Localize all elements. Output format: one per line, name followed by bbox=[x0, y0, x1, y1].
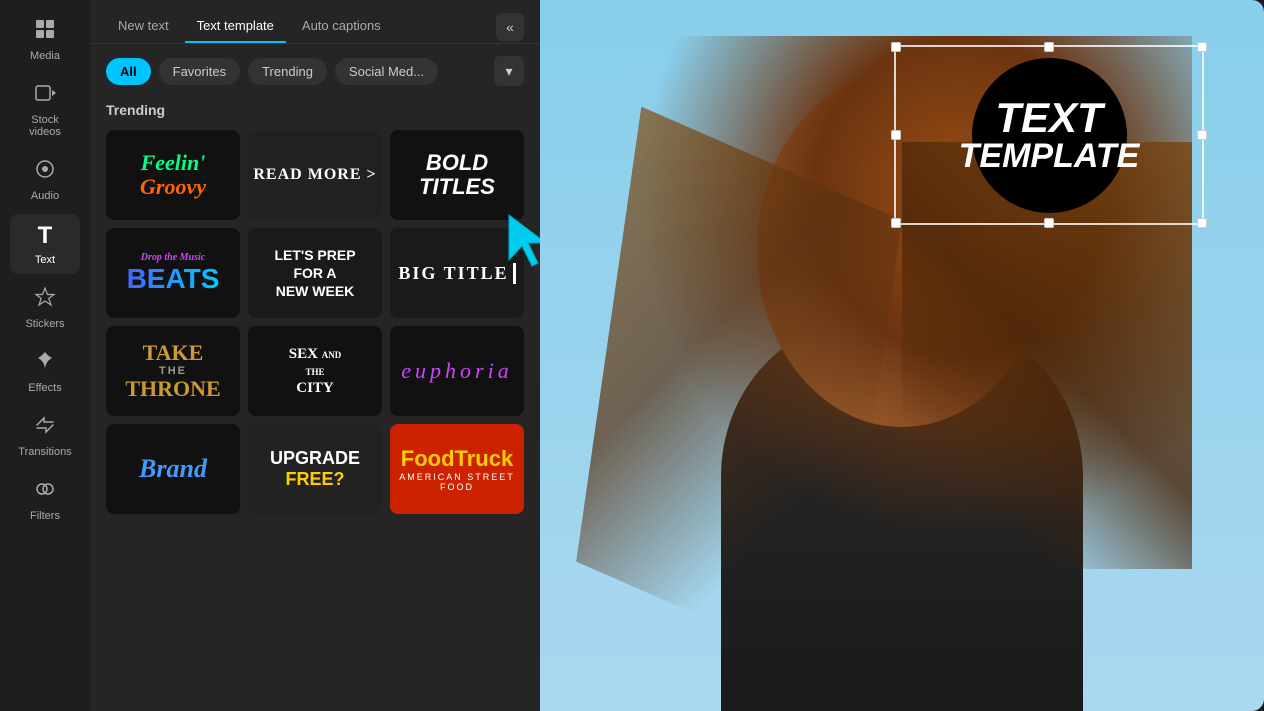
sidebar-item-label-stickers: Stickers bbox=[25, 318, 64, 330]
sidebar-item-label-filters: Filters bbox=[30, 510, 60, 522]
sidebar-item-stock-videos[interactable]: Stock videos bbox=[10, 74, 80, 146]
template-upgrade[interactable]: UPGRADE FREE? bbox=[248, 424, 382, 514]
templates-grid: Feelin' Groovy READ MORE > BOLDTITLES bbox=[106, 130, 524, 514]
handle-top-right[interactable] bbox=[1197, 42, 1207, 52]
sidebar-item-label-media: Media bbox=[30, 50, 60, 62]
media-icon bbox=[34, 18, 56, 46]
filters-icon bbox=[34, 478, 56, 506]
section-title-trending: Trending bbox=[106, 102, 524, 118]
canvas-text-line1: TEXT bbox=[959, 97, 1140, 139]
filter-dropdown[interactable]: ▾ bbox=[494, 56, 524, 86]
template-prep[interactable]: LET'S PREPFOR ANEW WEEK bbox=[248, 228, 382, 318]
filter-all[interactable]: All bbox=[106, 58, 151, 85]
stickers-icon bbox=[34, 286, 56, 314]
sidebar-item-label-transitions: Transitions bbox=[18, 446, 71, 458]
template-beats[interactable]: Drop the Music BEATS bbox=[106, 228, 240, 318]
app-container: Media Stock videos Audio T Text bbox=[0, 0, 1264, 711]
tab-text-template[interactable]: Text template bbox=[185, 10, 286, 43]
transitions-icon bbox=[34, 414, 56, 442]
tab-new-text[interactable]: New text bbox=[106, 10, 181, 43]
panel: New text Text template Auto captions « A… bbox=[90, 0, 540, 711]
filter-social[interactable]: Social Med... bbox=[335, 58, 438, 85]
canvas-area: TEXT TEMPLATE bbox=[540, 0, 1264, 711]
template-brand[interactable]: Brand bbox=[106, 424, 240, 514]
effects-icon bbox=[34, 350, 56, 378]
handle-mid-right[interactable] bbox=[1197, 130, 1207, 140]
canvas-text-line2: TEMPLATE bbox=[959, 139, 1140, 173]
handle-bottom-mid[interactable] bbox=[1044, 218, 1054, 228]
tab-auto-captions[interactable]: Auto captions bbox=[290, 10, 393, 43]
sidebar-item-media[interactable]: Media bbox=[10, 10, 80, 70]
handle-bottom-left[interactable] bbox=[891, 218, 901, 228]
handle-mid-left[interactable] bbox=[891, 130, 901, 140]
template-satc[interactable]: SEX ANDTHECITY bbox=[248, 326, 382, 416]
canvas-text-template-box[interactable]: TEXT TEMPLATE bbox=[894, 45, 1204, 225]
sidebar-item-audio[interactable]: Audio bbox=[10, 150, 80, 210]
panel-tabs: New text Text template Auto captions « bbox=[90, 0, 540, 44]
template-groovy[interactable]: Feelin' Groovy bbox=[106, 130, 240, 220]
sidebar-item-label-stock: Stock videos bbox=[16, 114, 74, 138]
template-food[interactable]: FoodTruck AMERICAN STREET FOOD bbox=[390, 424, 524, 514]
template-readmore[interactable]: READ MORE > bbox=[248, 130, 382, 220]
stock-videos-icon bbox=[34, 82, 56, 110]
filter-trending[interactable]: Trending bbox=[248, 58, 327, 85]
handle-top-left[interactable] bbox=[891, 42, 901, 52]
handle-bottom-right[interactable] bbox=[1197, 218, 1207, 228]
tabs-more-button[interactable]: « bbox=[496, 13, 524, 41]
panel-content: Trending Feelin' Groovy READ MORE > BOLD… bbox=[90, 98, 540, 711]
handle-top-mid[interactable] bbox=[1044, 42, 1054, 52]
sidebar-item-filters[interactable]: Filters bbox=[10, 470, 80, 530]
text-icon: T bbox=[38, 222, 53, 250]
audio-icon bbox=[34, 158, 56, 186]
sidebar: Media Stock videos Audio T Text bbox=[0, 0, 90, 711]
filter-row: All Favorites Trending Social Med... ▾ bbox=[90, 44, 540, 98]
sidebar-item-transitions[interactable]: Transitions bbox=[10, 406, 80, 466]
template-throne[interactable]: TAKE THE THRONE bbox=[106, 326, 240, 416]
sidebar-item-label-effects: Effects bbox=[28, 382, 61, 394]
sidebar-item-label-text: Text bbox=[35, 254, 55, 266]
sidebar-item-label-audio: Audio bbox=[31, 190, 59, 202]
filter-favorites[interactable]: Favorites bbox=[159, 58, 240, 85]
sidebar-item-effects[interactable]: Effects bbox=[10, 342, 80, 402]
sidebar-item-stickers[interactable]: Stickers bbox=[10, 278, 80, 338]
template-bold[interactable]: BOLDTITLES bbox=[390, 130, 524, 220]
template-euphoria[interactable]: euphoria bbox=[390, 326, 524, 416]
sidebar-item-text[interactable]: T Text bbox=[10, 214, 80, 274]
template-bigtitle[interactable]: BIG TITLE bbox=[390, 228, 524, 318]
